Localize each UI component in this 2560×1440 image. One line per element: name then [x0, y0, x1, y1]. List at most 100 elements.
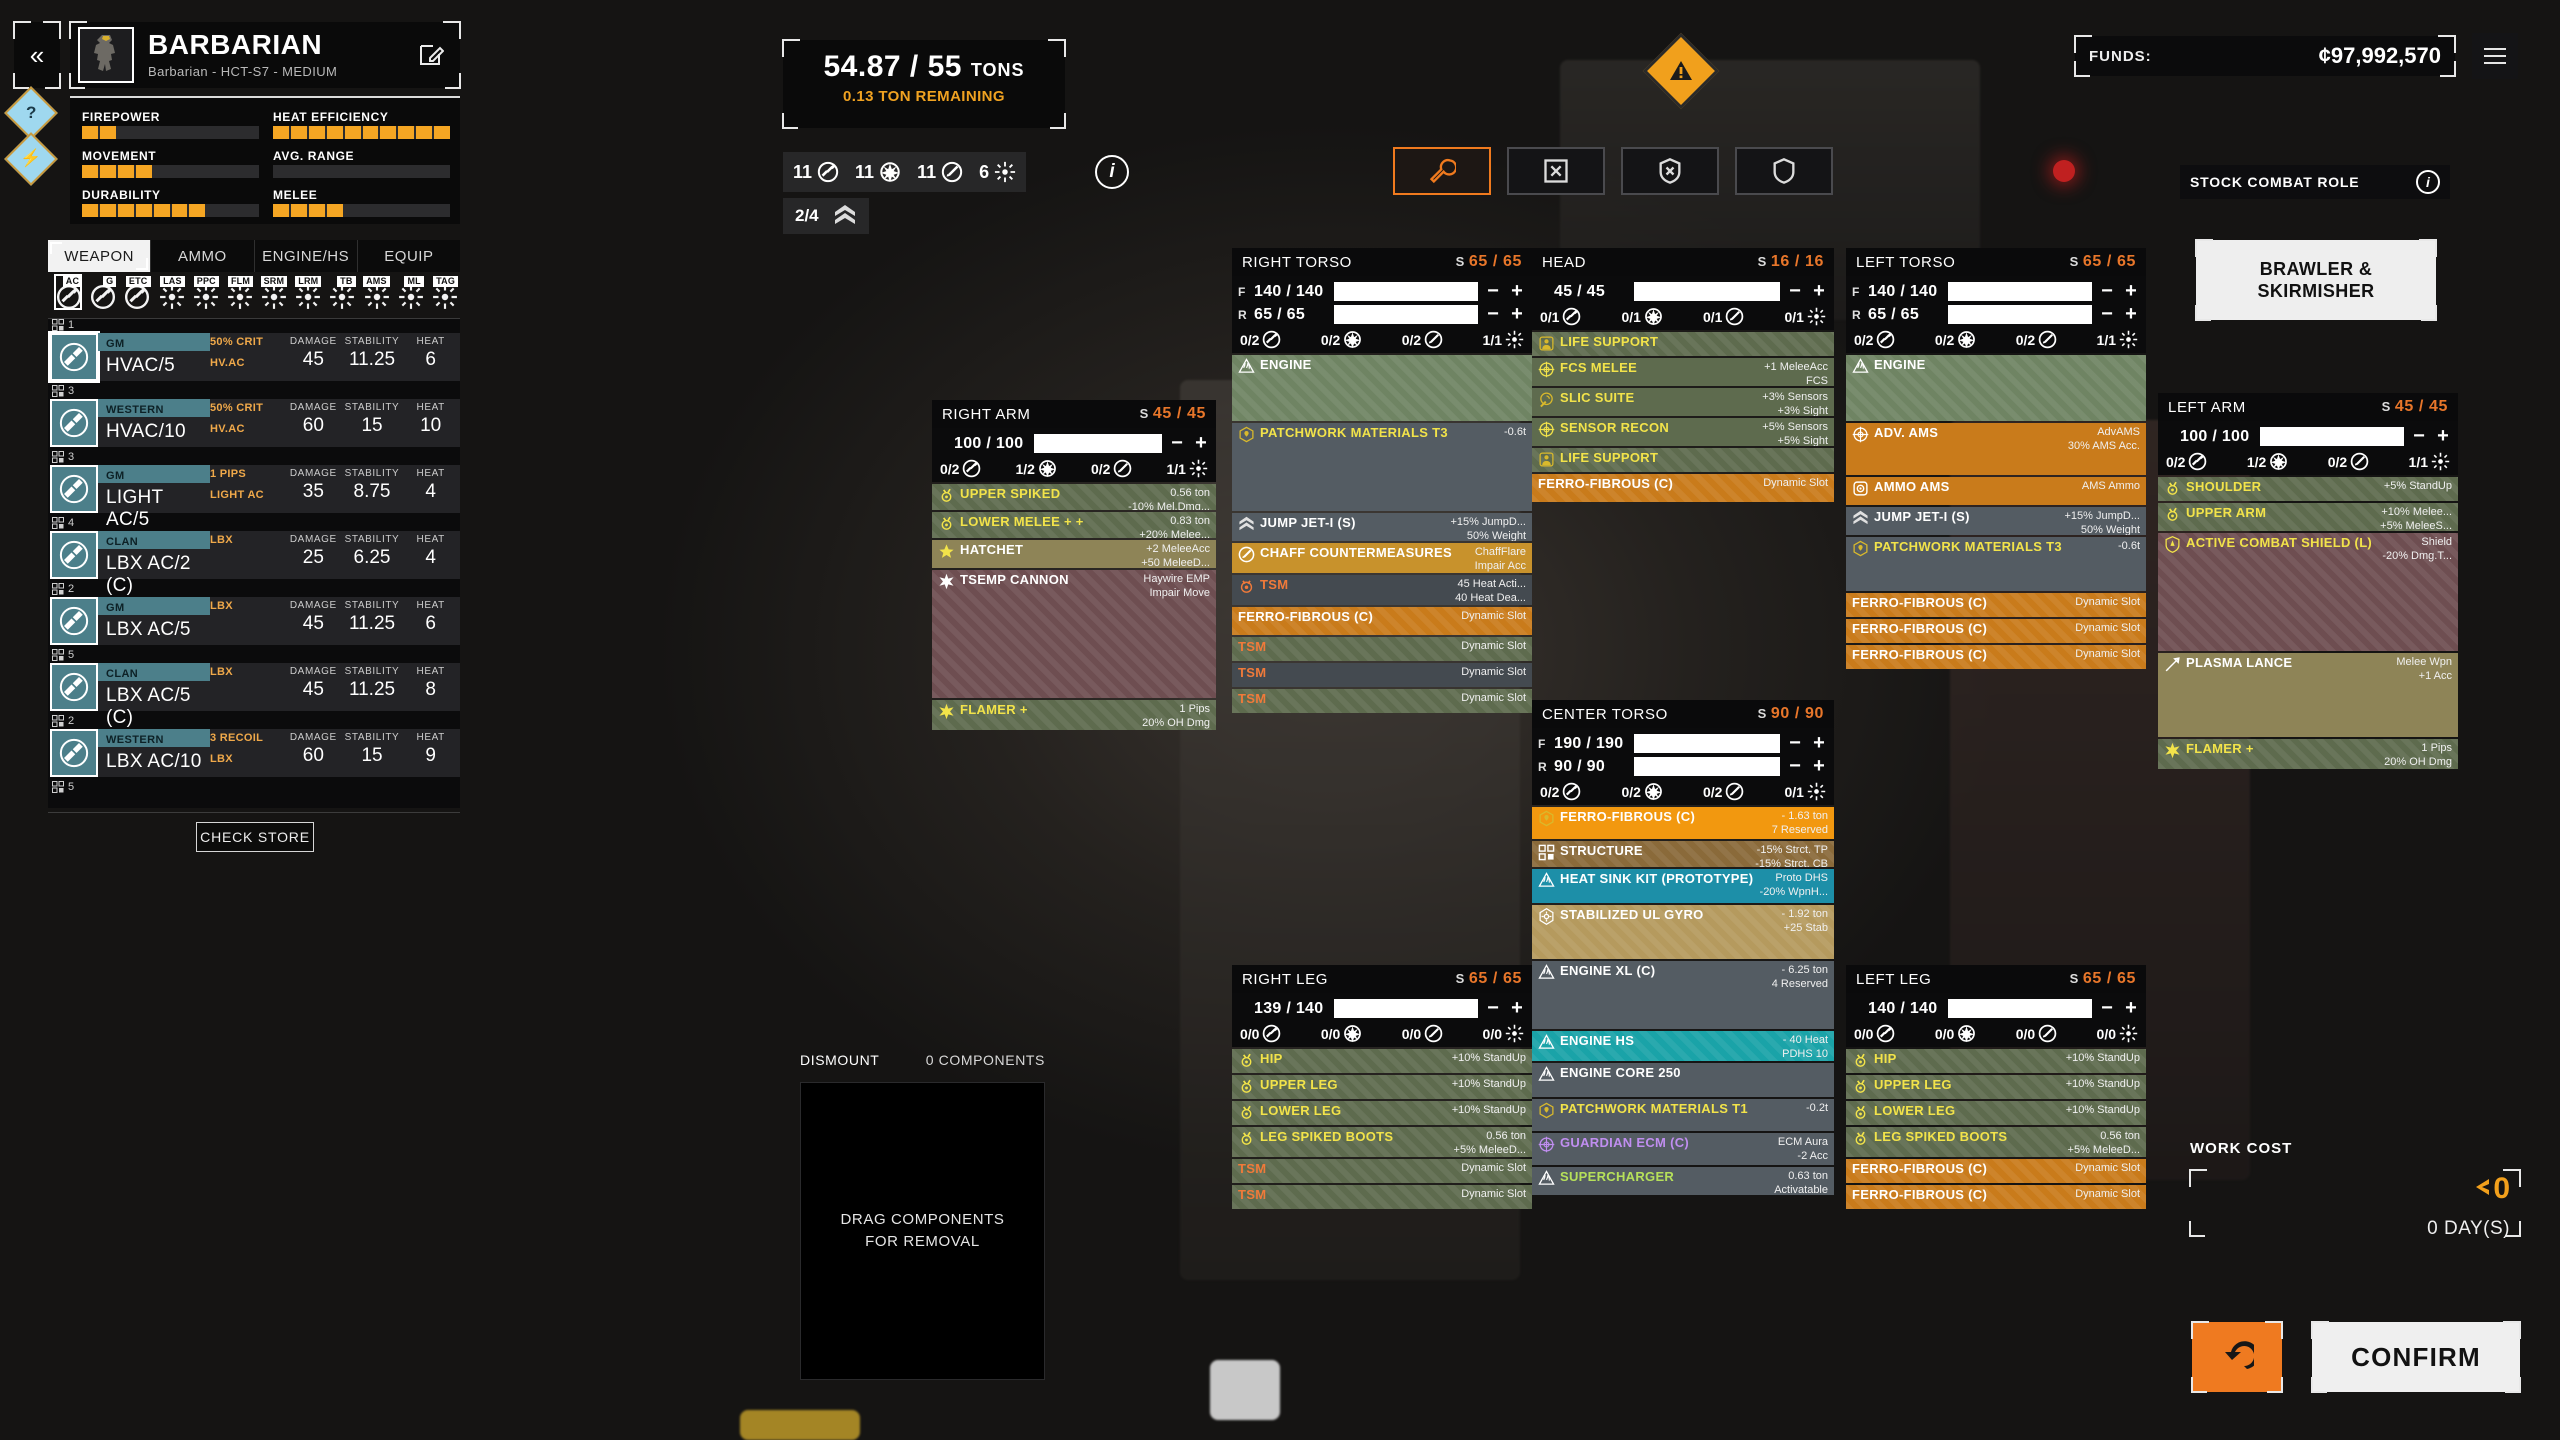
- component-slot[interactable]: FERRO-FIBROUS (C) Dynamic Slot: [1846, 619, 2146, 643]
- tab-engine-hs[interactable]: ENGINE/HS: [254, 240, 358, 272]
- weapon-row[interactable]: 5 CLAN LBX AC/5 (C) LBX DAMAGE 45 STABILITY 11.…: [48, 649, 460, 728]
- component-slot[interactable]: SLIC SUITE +3% Sensors +3% Sight: [1532, 388, 1834, 416]
- component-slot[interactable]: LOWER LEG +10% StandUp: [1846, 1101, 2146, 1125]
- armor-increase-button[interactable]: +: [2122, 280, 2140, 302]
- component-slot[interactable]: UPPER SPIKED 0.56 ton -10% Mel.Dmg...: [932, 484, 1216, 510]
- dismount-dropzone[interactable]: DRAG COMPONENTS FOR REMOVAL: [800, 1082, 1045, 1380]
- info-icon[interactable]: i: [1095, 155, 1129, 189]
- armor-decrease-button[interactable]: −: [2410, 425, 2428, 447]
- component-slot[interactable]: SUPERCHARGER 0.63 ton Activatable: [1532, 1167, 1834, 1195]
- weapon-list[interactable]: 1 GM HVAC/5 50% CRIT HV.AC DAMAGE 45 STABILITY 1…: [48, 318, 460, 808]
- component-slot[interactable]: LIFE SUPPORT: [1532, 332, 1834, 356]
- mechlab-x[interactable]: [1507, 147, 1605, 195]
- armor-slider[interactable]: [1334, 282, 1478, 301]
- weapon-filter-ac[interactable]: AC: [53, 274, 83, 310]
- mechlab-shield-x[interactable]: [1621, 147, 1719, 195]
- component-slot[interactable]: FLAMER + 1 Pips 20% OH Dmg: [932, 700, 1216, 730]
- armor-increase-button[interactable]: +: [1508, 303, 1526, 325]
- component-slot[interactable]: ENGINE XL (C) - 6.25 ton 4 Reserved: [1532, 961, 1834, 1029]
- weapon-row[interactable]: 1 GM HVAC/5 50% CRIT HV.AC DAMAGE 45 STABILITY 1…: [48, 319, 460, 383]
- component-slot[interactable]: ENGINE: [1846, 355, 2146, 421]
- armor-decrease-button[interactable]: −: [1168, 432, 1186, 454]
- weapon-filter-tag[interactable]: TAG: [432, 276, 459, 309]
- component-slot[interactable]: HATCHET +2 MeleeAcc +50 MeleeD...: [932, 540, 1216, 568]
- component-slot[interactable]: TSM Dynamic Slot: [1232, 689, 1532, 713]
- component-slot[interactable]: ENGINE CORE 250: [1532, 1063, 1834, 1097]
- power-icon[interactable]: ⚡: [4, 132, 58, 186]
- tab-equip[interactable]: EQUIP: [357, 240, 460, 272]
- armor-slider[interactable]: [1948, 999, 2092, 1018]
- component-slot[interactable]: LEG SPIKED BOOTS 0.56 ton +5% MeleeD...: [1846, 1127, 2146, 1157]
- armor-increase-button[interactable]: +: [1192, 432, 1210, 454]
- component-slot[interactable]: JUMP JET-I (S) +15% JumpD... 50% Weight: [1846, 507, 2146, 535]
- weapon-row-body[interactable]: CLAN LBX AC/2 (C) LBX DAMAGE 25 STABILITY 6.25…: [50, 531, 460, 596]
- armor-slider[interactable]: [1634, 757, 1780, 776]
- armor-slider[interactable]: [1634, 734, 1780, 753]
- tab-ammo[interactable]: AMMO: [151, 240, 255, 272]
- component-slot[interactable]: UPPER LEG +10% StandUp: [1232, 1075, 1532, 1099]
- weapon-row[interactable]: 5: [48, 781, 460, 808]
- armor-slider[interactable]: [1334, 305, 1478, 324]
- weapon-filter-etc[interactable]: ETC: [124, 276, 151, 310]
- component-slot[interactable]: AMMO AMS AMS Ammo: [1846, 477, 2146, 505]
- armor-increase-button[interactable]: +: [1508, 997, 1526, 1019]
- component-slot[interactable]: LIFE SUPPORT: [1532, 448, 1834, 472]
- weapon-filter-las[interactable]: LAS: [159, 276, 185, 309]
- component-slot[interactable]: GUARDIAN ECM (C) ECM Aura -2 Acc: [1532, 1133, 1834, 1165]
- weapon-filter-g[interactable]: G: [90, 276, 117, 310]
- component-slot[interactable]: SHOULDER +5% StandUp: [2158, 477, 2458, 501]
- armor-decrease-button[interactable]: −: [1786, 280, 1804, 302]
- armor-decrease-button[interactable]: −: [1484, 997, 1502, 1019]
- weapon-row-body[interactable]: GM HVAC/5 50% CRIT HV.AC DAMAGE 45 STABILITY 11…: [48, 331, 460, 383]
- undo-button[interactable]: [2191, 1321, 2283, 1393]
- weapon-row-body[interactable]: CLAN LBX AC/5 (C) LBX DAMAGE 45 STABILITY 11.2…: [50, 663, 460, 728]
- confirm-button[interactable]: CONFIRM: [2311, 1321, 2521, 1393]
- armor-decrease-button[interactable]: −: [1484, 280, 1502, 302]
- component-slot[interactable]: JUMP JET-I (S) +15% JumpD... 50% Weight: [1232, 513, 1532, 541]
- component-slot[interactable]: FERRO-FIBROUS (C) Dynamic Slot: [1846, 645, 2146, 669]
- armor-slider[interactable]: [1634, 282, 1780, 301]
- weapon-row[interactable]: 4 CLAN LBX AC/2 (C) LBX DAMAGE 25 STABILITY 6.2…: [48, 517, 460, 596]
- component-slot[interactable]: TSM Dynamic Slot: [1232, 663, 1532, 687]
- armor-decrease-button[interactable]: −: [2098, 280, 2116, 302]
- hamburger-menu-icon[interactable]: [2472, 33, 2518, 79]
- armor-decrease-button[interactable]: −: [2098, 303, 2116, 325]
- component-slot[interactable]: HIP +10% StandUp: [1846, 1049, 2146, 1073]
- mechlab-shield[interactable]: [1735, 147, 1833, 195]
- info-icon[interactable]: i: [2416, 170, 2440, 194]
- armor-decrease-button[interactable]: −: [1786, 755, 1804, 777]
- armor-increase-button[interactable]: +: [2122, 303, 2140, 325]
- component-slot[interactable]: LEG SPIKED BOOTS 0.56 ton +5% MeleeD...: [1232, 1127, 1532, 1157]
- component-slot[interactable]: LOWER MELEE + + 0.83 ton +20% Melee...: [932, 512, 1216, 538]
- component-slot[interactable]: PATCHWORK MATERIALS T3 -0.6t: [1846, 537, 2146, 591]
- component-slot[interactable]: TSM Dynamic Slot: [1232, 1159, 1532, 1183]
- weapon-row-body[interactable]: WESTERN HVAC/10 50% CRIT HV.AC DAMAGE 60 STABI…: [50, 399, 460, 447]
- weapon-filter-ams[interactable]: AMS: [363, 276, 390, 309]
- armor-slider[interactable]: [1948, 282, 2092, 301]
- weapon-filter-srm[interactable]: SRM: [260, 276, 288, 309]
- component-slot[interactable]: FERRO-FIBROUS (C) Dynamic Slot: [1846, 593, 2146, 617]
- check-store-button[interactable]: CHECK STORE: [196, 822, 314, 852]
- component-slot[interactable]: UPPER LEG +10% StandUp: [1846, 1075, 2146, 1099]
- component-slot[interactable]: LOWER LEG +10% StandUp: [1232, 1101, 1532, 1125]
- weapon-filter-ppc[interactable]: PPC: [193, 276, 219, 309]
- armor-increase-button[interactable]: +: [1810, 280, 1828, 302]
- weapon-row[interactable]: 3 GM LIGHT AC/5 1 PIPS LIGHT AC DAMAGE 35 STABI…: [48, 451, 460, 530]
- component-slot[interactable]: STRUCTURE -15% Strct. TP -15% Strct. CB: [1532, 841, 1834, 867]
- armor-slider[interactable]: [1334, 999, 1478, 1018]
- armor-decrease-button[interactable]: −: [1484, 303, 1502, 325]
- weapon-filter-flm[interactable]: FLM: [227, 276, 254, 309]
- component-slot[interactable]: PATCHWORK MATERIALS T1 -0.2t: [1532, 1099, 1834, 1131]
- component-slot[interactable]: FCS MELEE +1 MeleeAcc FCS: [1532, 358, 1834, 386]
- component-slot[interactable]: TSM Dynamic Slot: [1232, 1185, 1532, 1209]
- component-slot[interactable]: TSM 45 Heat Acti... 40 Heat Dea...: [1232, 575, 1532, 605]
- component-slot[interactable]: ENGINE: [1232, 355, 1532, 421]
- mechlab-wrench[interactable]: [1393, 147, 1491, 195]
- armor-increase-button[interactable]: +: [1810, 755, 1828, 777]
- weapon-filter-ml[interactable]: ML: [398, 276, 424, 309]
- component-slot[interactable]: ENGINE HS - 40 Heat PDHS 10: [1532, 1031, 1834, 1061]
- component-slot[interactable]: FERRO-FIBROUS (C) Dynamic Slot: [1532, 474, 1834, 502]
- weapon-row[interactable]: 2 GM LBX AC/5 LBX DAMAGE 45 STABILITY 11.25 HEAT…: [48, 583, 460, 645]
- armor-slider[interactable]: [2260, 427, 2404, 446]
- edit-icon[interactable]: [418, 42, 445, 68]
